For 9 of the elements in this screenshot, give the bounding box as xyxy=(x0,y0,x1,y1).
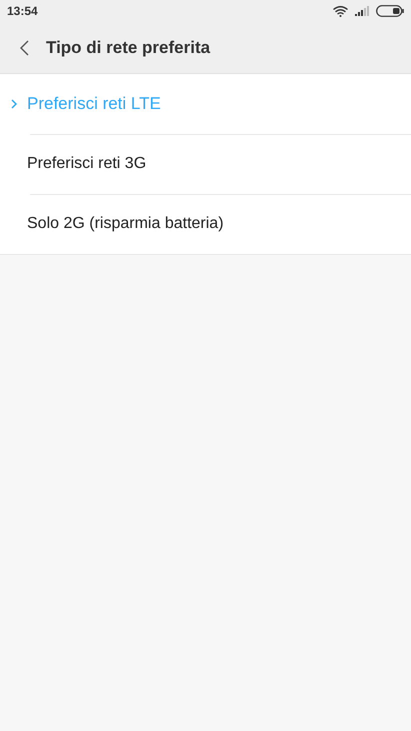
status-time: 13:54 xyxy=(7,3,38,20)
option-item[interactable]: Preferisci reti 3G xyxy=(0,134,411,194)
battery-icon xyxy=(376,5,404,17)
screen-title: Tipo di rete preferita xyxy=(46,36,210,59)
chevron-icon xyxy=(11,99,17,109)
signal-icon xyxy=(355,6,369,16)
back-icon xyxy=(20,40,28,56)
wifi-icon xyxy=(333,6,348,16)
option-item[interactable]: Solo 2G (risparmia batteria) xyxy=(0,194,411,254)
